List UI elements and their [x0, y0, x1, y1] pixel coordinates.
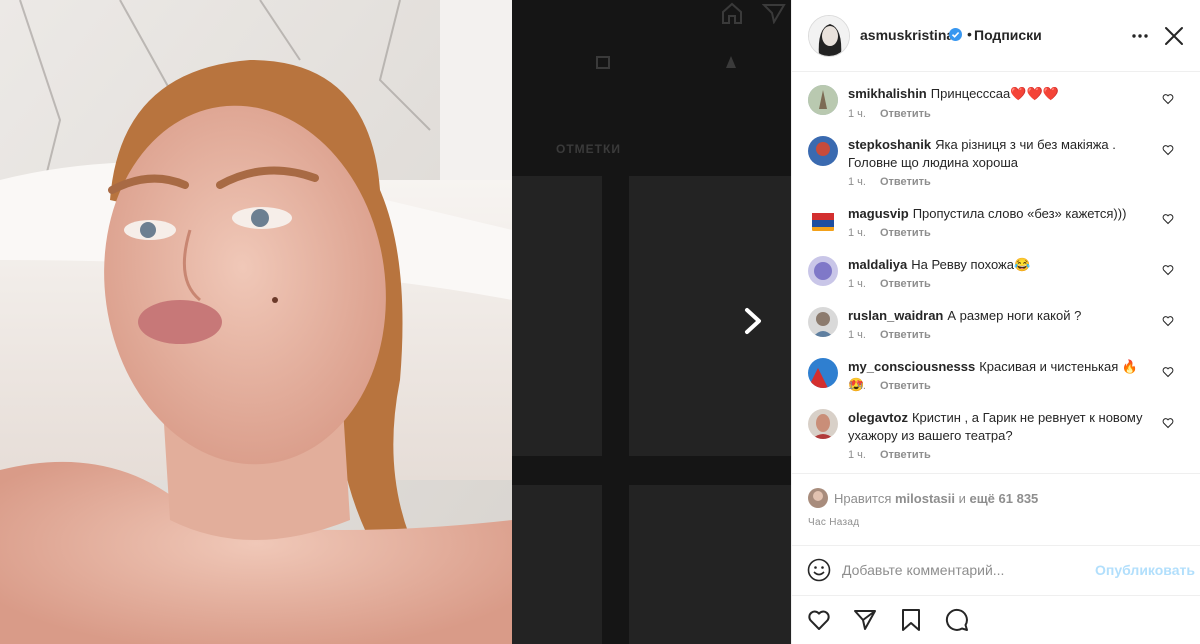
comment-body: А размер ноги какой ?	[947, 308, 1082, 323]
grid-tile	[512, 176, 602, 456]
comment-icon[interactable]	[945, 608, 969, 632]
add-comment-bar: Опубликовать	[792, 545, 1200, 595]
comment-username[interactable]: maldaliya	[848, 257, 907, 272]
next-post-arrow-icon[interactable]	[740, 306, 766, 336]
comment-input[interactable]	[842, 559, 1082, 581]
likes-user[interactable]: milostasii	[895, 491, 955, 506]
commenter-avatar[interactable]	[808, 136, 838, 166]
comment-time: 1 ч.	[848, 329, 866, 341]
comment-time: 1 ч.	[848, 227, 866, 239]
tagged-icon	[726, 56, 736, 68]
author-avatar[interactable]	[808, 15, 850, 57]
post-actions-bar	[792, 595, 1200, 644]
comment-text: stepkoshanik Яка різниця з чи без макіяжа…	[848, 136, 1148, 172]
heart-icon[interactable]	[807, 608, 831, 632]
comment-text: smikhalishin Принцесссаа❤️❤️❤️	[848, 85, 1148, 103]
emoji-icon[interactable]	[807, 558, 831, 582]
comment-username[interactable]: magusvip	[848, 206, 909, 221]
comment-meta: 1 ч. Ответить	[848, 329, 931, 341]
comment-time: 1 ч.	[848, 176, 866, 188]
reply-button[interactable]: Ответить	[880, 329, 931, 341]
comment-time: 1 ч.	[848, 278, 866, 290]
comment-body: Пропустила слово «без» кажется)))	[912, 206, 1127, 221]
comment-text: olegavtoz Кристин , а Гарик не ревнует к …	[848, 409, 1148, 445]
bookmark-icon[interactable]	[899, 608, 923, 632]
grid-tile	[629, 485, 791, 644]
comment-time: 1 ч.	[848, 380, 866, 392]
comment-text: maldaliya На Ревву похожа😂	[848, 256, 1148, 274]
comment-meta: 1 ч. Ответить	[848, 176, 931, 188]
tagged-tab-label: ОТМЕТКИ	[556, 142, 621, 156]
selfie-image	[0, 0, 512, 644]
author-username[interactable]: asmuskristina	[860, 27, 954, 43]
comment-username[interactable]: smikhalishin	[848, 86, 927, 101]
reply-button[interactable]: Ответить	[880, 449, 931, 461]
commenter-avatar[interactable]	[808, 205, 838, 235]
header-separator: •	[967, 26, 972, 42]
comment-text: ruslan_waidran А размер ноги какой ?	[848, 307, 1148, 325]
comment-username[interactable]: olegavtoz	[848, 410, 908, 425]
comment-username[interactable]: ruslan_waidran	[848, 308, 943, 323]
likes-count[interactable]: ещё 61 835	[969, 491, 1038, 506]
reply-button[interactable]: Ответить	[880, 278, 931, 290]
comment-like-heart-icon[interactable]	[1162, 315, 1174, 327]
liker-avatar[interactable]	[808, 488, 828, 508]
comment-like-heart-icon[interactable]	[1162, 144, 1174, 156]
commenter-avatar[interactable]	[808, 358, 838, 388]
comment-like-heart-icon[interactable]	[1162, 93, 1174, 105]
following-button[interactable]: Подписки	[974, 27, 1042, 43]
commenter-avatar[interactable]	[808, 256, 838, 286]
comments-list: smikhalishin Принцесссаа❤️❤️❤️ 1 ч. Ответи…	[792, 73, 1200, 473]
comment-like-heart-icon[interactable]	[1162, 417, 1174, 429]
comment-like-heart-icon[interactable]	[1162, 213, 1174, 225]
more-options-icon[interactable]	[1128, 24, 1152, 48]
reply-button[interactable]: Ответить	[880, 108, 931, 120]
home-icon	[722, 2, 742, 24]
commenter-avatar[interactable]	[808, 409, 838, 439]
commenter-avatar[interactable]	[808, 85, 838, 115]
direct-icon	[762, 4, 786, 24]
igtv-icon	[596, 56, 610, 69]
comment-meta: 1 ч. Ответить	[848, 380, 931, 392]
comment-meta: 1 ч. Ответить	[848, 278, 931, 290]
post-side-panel: asmuskristina • Подписки smikhalishin При…	[791, 0, 1200, 644]
publish-comment-button[interactable]: Опубликовать	[1095, 562, 1195, 578]
post-timestamp: Час Назад	[808, 517, 860, 528]
likes-prefix: Нравится	[834, 491, 892, 506]
share-icon[interactable]	[853, 608, 877, 632]
comment-username[interactable]: stepkoshanik	[848, 137, 931, 152]
reply-button[interactable]: Ответить	[880, 380, 931, 392]
likes-connector: и	[958, 491, 966, 506]
comment-text: magusvip Пропустила слово «без» кажется))…	[848, 205, 1148, 223]
comment-body: Принцесссаа❤️❤️❤️	[930, 86, 1059, 101]
likes-summary[interactable]: Нравится milostasii и ещё 61 835	[834, 491, 1038, 506]
reply-button[interactable]: Ответить	[880, 176, 931, 188]
comment-meta: 1 ч. Ответить	[848, 108, 931, 120]
reply-button[interactable]: Ответить	[880, 227, 931, 239]
verified-badge-icon	[949, 28, 962, 41]
post-header: asmuskristina • Подписки	[792, 0, 1200, 72]
comment-username[interactable]: my_consciousnesss	[848, 359, 975, 374]
comment-time: 1 ч.	[848, 108, 866, 120]
post-photo	[0, 0, 512, 644]
commenter-avatar[interactable]	[808, 307, 838, 337]
comment-time: 1 ч.	[848, 449, 866, 461]
comment-like-heart-icon[interactable]	[1162, 366, 1174, 378]
grid-tile	[629, 176, 791, 456]
grid-tile	[512, 485, 602, 644]
comment-body: На Ревву похожа😂	[911, 257, 1031, 272]
comment-meta: 1 ч. Ответить	[848, 449, 931, 461]
comment-meta: 1 ч. Ответить	[848, 227, 931, 239]
comment-like-heart-icon[interactable]	[1162, 264, 1174, 276]
close-icon[interactable]	[1162, 24, 1186, 48]
likes-section: Нравится milostasii и ещё 61 835 Час Наз…	[792, 473, 1200, 545]
